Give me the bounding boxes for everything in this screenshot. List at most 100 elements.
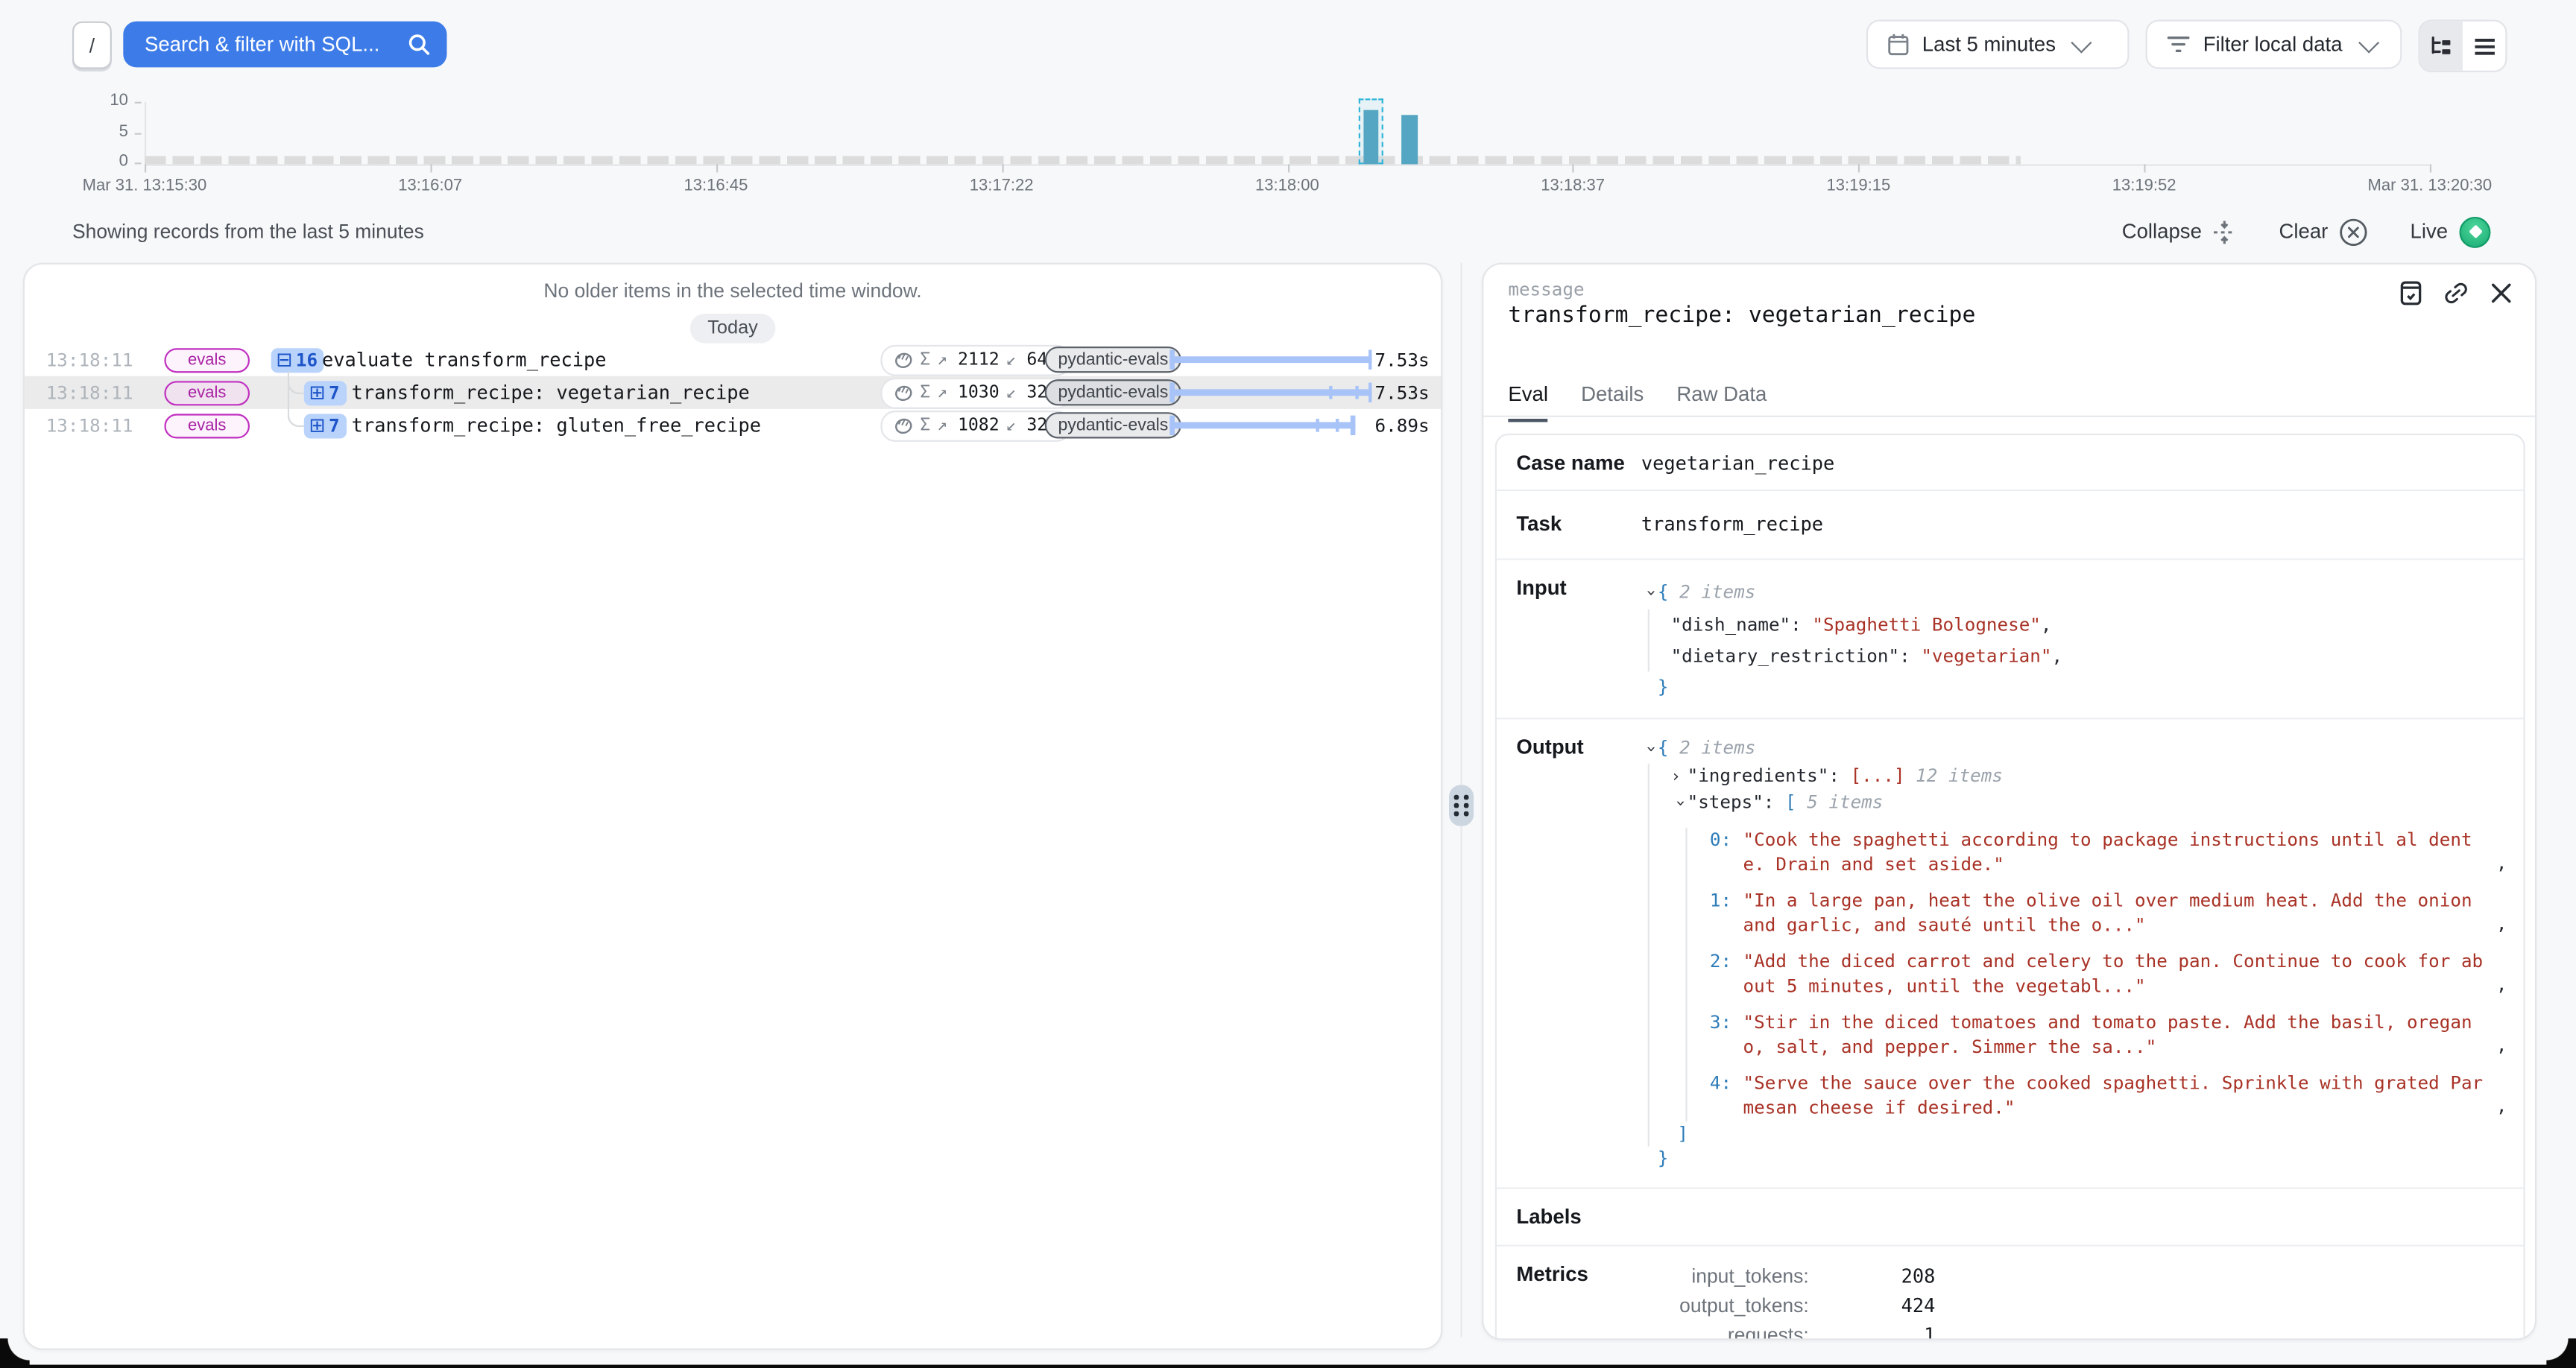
time-range-dropdown[interactable]: Last 5 minutes: [1866, 19, 2130, 69]
x-axis-tick-label: 13:18:00: [1189, 177, 1386, 195]
collapse-icon: ⊟: [276, 349, 292, 369]
metrics-label: Metrics: [1516, 1261, 1641, 1340]
chevron-down-icon: [2358, 31, 2379, 52]
collapse-json-chevron[interactable]: ›: [1667, 798, 1692, 814]
y-axis-tick: [135, 162, 142, 164]
window-corner: [2546, 1338, 2576, 1368]
records-histogram[interactable]: 1050 Mar 31. 13:15:3013:16:0713:16:4513:…: [0, 86, 2576, 214]
y-axis-tick: [135, 132, 142, 133]
collapse-button[interactable]: Collapse: [2122, 219, 2236, 244]
case-name-label: Case name: [1516, 450, 1641, 475]
steps-entry: ›"steps": [ 5 items: [1671, 790, 2507, 817]
input-tokens-arrow-icon: ↗: [937, 416, 947, 435]
filter-dropdown[interactable]: Filter local data: [2146, 19, 2402, 69]
live-indicator-icon: [2460, 216, 2491, 247]
row-timestamp: 13:18:11: [46, 381, 125, 403]
trace-row[interactable]: 13:18:11 evals ⊞7transform_recipe: gluten_…: [25, 409, 1441, 442]
no-older-items-text: No older items in the selected time wind…: [25, 279, 1441, 303]
sigma-icon: Σ: [920, 383, 930, 402]
duration-text: 6.89s: [1375, 415, 1430, 437]
row-tag-evals: evals: [164, 380, 250, 405]
span-name: transform_recipe: gluten_free_recipe: [352, 414, 761, 437]
histogram-bar[interactable]: [1401, 115, 1417, 164]
list-view-toggle[interactable]: [2463, 22, 2505, 71]
y-axis-tick: [135, 102, 142, 104]
tree-connector: [288, 387, 304, 427]
slash-shortcut-key: /: [72, 22, 112, 69]
output-label: Output: [1516, 734, 1641, 1171]
sigma-icon: Σ: [920, 416, 930, 435]
window-corner: [0, 1338, 30, 1368]
output-json-viewer: ›{ 2 items›"ingredients": [...] 12 items…: [1641, 734, 2507, 1171]
tree-view-toggle[interactable]: [2420, 22, 2463, 71]
expand-icon: ⊞: [309, 383, 325, 402]
panel-resize-grip[interactable]: [1449, 785, 1474, 826]
histogram-bar[interactable]: [1363, 110, 1379, 164]
metrics-row: Metrics input_tokens:208output_tokens:42…: [1497, 1246, 2524, 1340]
metric-row: input_tokens:208: [1641, 1261, 1936, 1291]
logfire-live-view: / Search & filter with SQL... Last 5 min…: [0, 0, 2576, 1368]
record-window-dashes: [145, 155, 2021, 163]
token-coin-icon: [894, 384, 913, 402]
trace-row[interactable]: 13:18:11evals⊟16evaluate transform_recip…: [25, 343, 1441, 376]
output-tokens-arrow-icon: ↙: [1006, 383, 1016, 402]
expand-icon: ⊞: [309, 416, 325, 435]
row-timestamp: 13:18:11: [46, 349, 125, 370]
search-input[interactable]: Search & filter with SQL...: [123, 22, 446, 68]
input-row: Input ›{ 2 items"dish_name": "Spaghetti …: [1497, 560, 2524, 720]
collapse-label: Collapse: [2122, 220, 2202, 243]
row-tag-evals: evals: [164, 413, 250, 437]
trace-row[interactable]: 13:18:11evals⊞7transform_recipe: vegetar…: [25, 376, 1441, 409]
today-pill[interactable]: Today: [689, 314, 776, 343]
metric-name: requests:: [1641, 1320, 1809, 1340]
metric-name: input_tokens:: [1641, 1261, 1809, 1291]
duration-text: 7.53s: [1375, 381, 1430, 403]
metric-row: output_tokens:424: [1641, 1290, 1936, 1320]
x-axis-tick: [1573, 164, 1574, 172]
scrubber-details-icon[interactable]: [2400, 281, 2422, 305]
clear-label: Clear: [2279, 220, 2328, 243]
expand-json-chevron[interactable]: ›: [1671, 764, 1688, 790]
x-axis-tick-label: 13:16:07: [332, 177, 528, 195]
duration-bar: [1169, 383, 1371, 402]
span-count-badge[interactable]: ⊞7: [304, 413, 347, 437]
x-axis-tick-label: 13:17:22: [903, 177, 1099, 195]
step-item: 3:"Stir in the diced tomatoes and tomato…: [1708, 1009, 2507, 1060]
close-icon[interactable]: [2490, 282, 2512, 304]
x-axis-tick: [1858, 164, 1860, 172]
copy-link-icon[interactable]: [2443, 281, 2469, 305]
span-count-badge[interactable]: ⊟16: [271, 347, 324, 372]
eval-detail-table: Case name vegetarian_recipe Task transfo…: [1495, 434, 2525, 1340]
case-name-value: vegetarian_recipe: [1641, 450, 2504, 475]
sigma-icon: Σ: [920, 349, 930, 369]
service-name-tag: pydantic-evals: [1045, 412, 1181, 438]
live-toggle[interactable]: Live: [2411, 216, 2491, 247]
collapse-json-chevron[interactable]: ›: [1635, 588, 1666, 604]
x-axis-tick-label: 13:16:45: [617, 177, 814, 195]
y-axis-tick-label: 10: [13, 92, 128, 110]
x-axis-tick-label: Mar 31. 13:15:30: [46, 177, 243, 195]
x-axis-tick: [430, 164, 432, 172]
input-tokens-arrow-icon: ↗: [937, 383, 947, 402]
row-timestamp: 13:18:11: [46, 415, 125, 437]
metric-value: 424: [1809, 1290, 1936, 1320]
ingredients-entry: ›"ingredients": [...] 12 items: [1671, 763, 2507, 790]
labels-row: Labels: [1497, 1188, 2524, 1246]
token-coin-icon: [894, 417, 913, 434]
x-axis-tick: [2430, 164, 2431, 172]
x-axis-tick-label: 13:19:52: [2045, 177, 2242, 195]
metrics-list: input_tokens:208output_tokens:424request…: [1641, 1261, 1936, 1340]
collapse-json-chevron[interactable]: ›: [1637, 744, 1662, 761]
tab-separator: [1483, 416, 2535, 417]
duration-text: 7.53s: [1375, 349, 1430, 370]
span-count-badge[interactable]: ⊞7: [304, 380, 347, 405]
filter-label: Filter local data: [2203, 33, 2343, 56]
output-row: Output ›{ 2 items›"ingredients": [...] 1…: [1497, 719, 2524, 1188]
clear-button[interactable]: Clear: [2279, 218, 2367, 245]
x-axis-tick: [716, 164, 717, 172]
detail-panel: message transform_recipe: vegetaria: [1482, 263, 2536, 1340]
view-mode-toggle: [2418, 19, 2507, 72]
status-bar: Showing records from the last 5 minutes …: [0, 214, 2576, 250]
collapse-icon: [2213, 219, 2236, 244]
step-item: 1:"In a large pan, heat the olive oil ov…: [1708, 887, 2507, 938]
